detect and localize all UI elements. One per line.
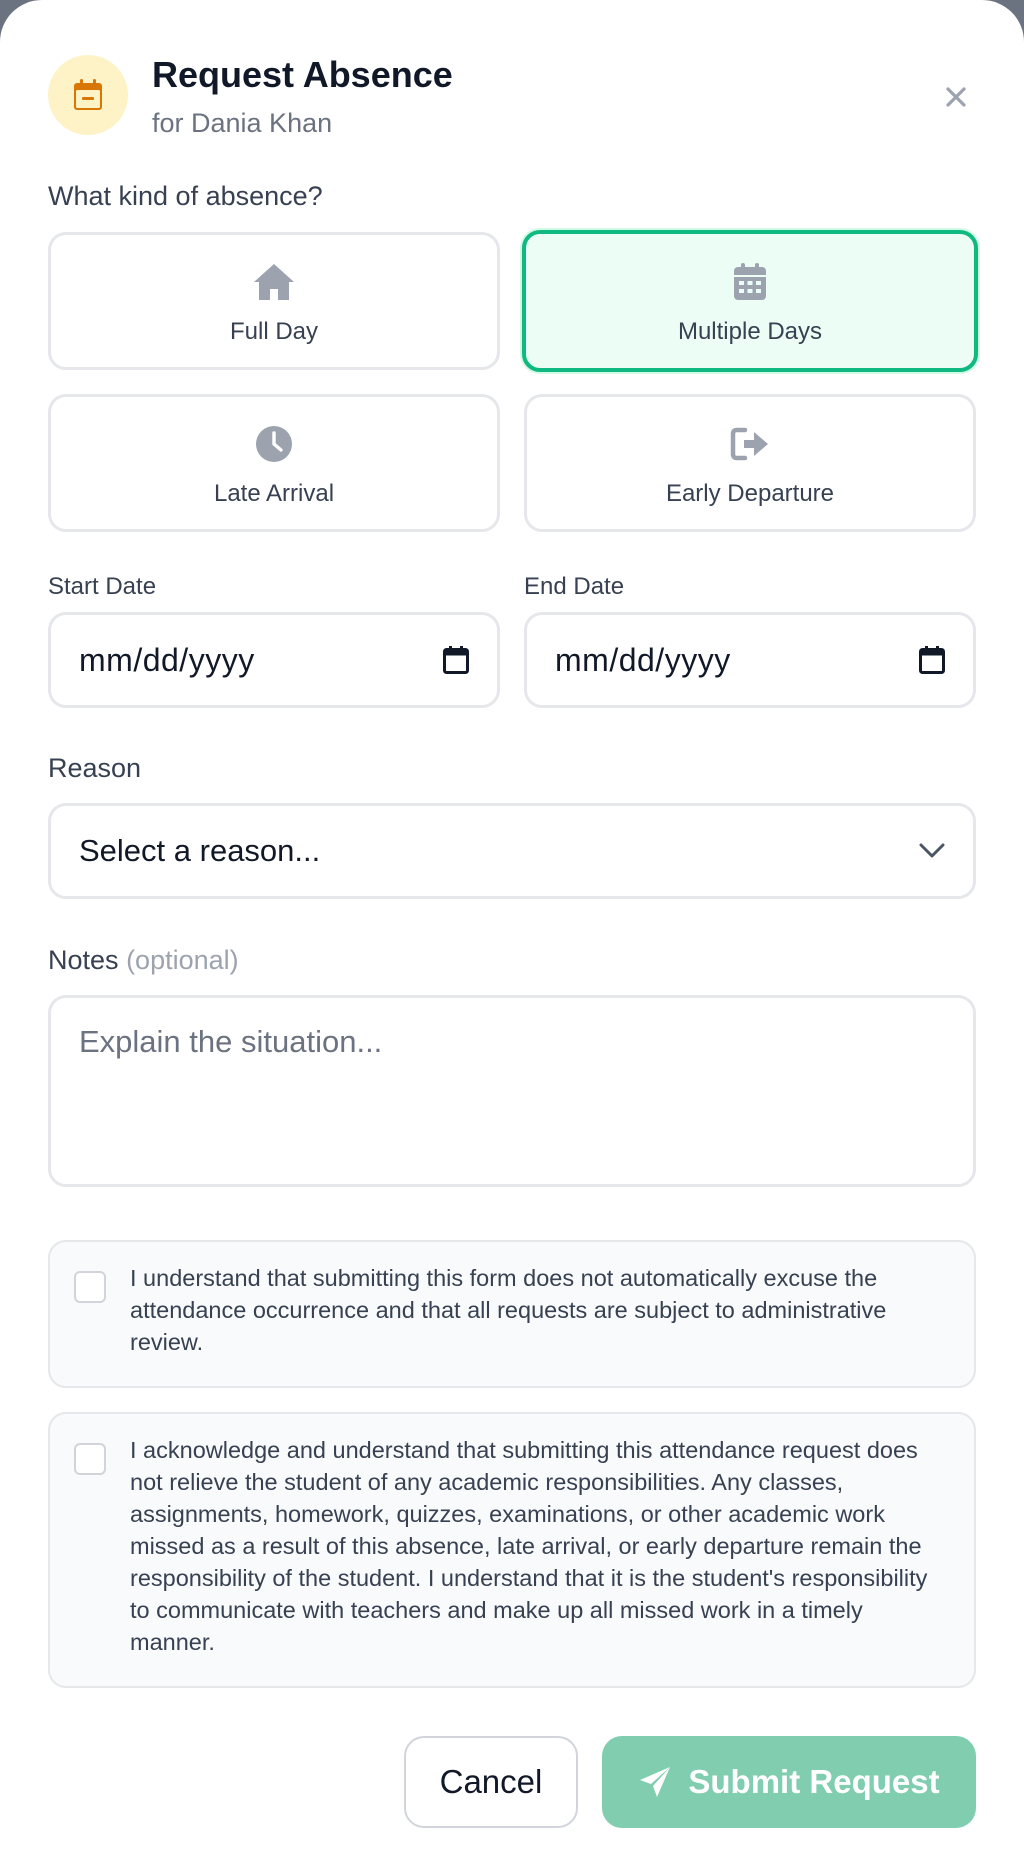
notes-placeholder: Explain the situation... [79, 1024, 383, 1059]
end-date-label: End Date [524, 573, 625, 600]
home-icon [252, 260, 296, 304]
chevron-down-icon [919, 843, 945, 858]
reason-label: Reason [48, 753, 142, 783]
absence-type-label-early-departure: Early Departure [665, 480, 835, 507]
start-date-input[interactable]: mm/dd/yyyy [48, 612, 500, 708]
absence-type-full-day[interactable]: Full Day [48, 232, 500, 370]
cancel-button[interactable]: Cancel [404, 1736, 578, 1828]
reason-select-value: Select a reason... [79, 833, 321, 868]
submit-request-label: Submit Request [688, 1763, 940, 1800]
end-date-input[interactable]: mm/dd/yyyy [524, 612, 976, 708]
submit-request-button[interactable]: Submit Request [602, 1736, 976, 1828]
calendar-minus-icon [48, 55, 128, 135]
reason-select[interactable]: Select a reason... [48, 803, 976, 899]
acknowledgement-text-1: I understand that submitting this form d… [130, 1265, 887, 1355]
absence-type-label-late-arrival: Late Arrival [213, 480, 335, 507]
close-button[interactable] [936, 77, 976, 117]
calendar-picker-icon[interactable] [443, 646, 469, 674]
absence-type-early-departure[interactable]: Early Departure [524, 394, 976, 532]
acknowledgement-checkbox-1[interactable] [74, 1271, 106, 1303]
notes-textarea[interactable]: Explain the situation... [48, 995, 976, 1187]
start-date-value: mm/dd/yyyy [79, 641, 255, 678]
calendar-icon [728, 260, 772, 304]
modal-header: Request Absence for Dania Khan [48, 55, 976, 145]
paper-plane-icon [640, 1767, 671, 1797]
absence-type-multiple-days[interactable]: Multiple Days [522, 230, 978, 372]
end-date-value: mm/dd/yyyy [555, 641, 731, 678]
notes-optional-hint: (optional) [126, 945, 239, 975]
acknowledgement-1: I understand that submitting this form d… [48, 1240, 976, 1388]
absence-type-label-full-day: Full Day [229, 318, 319, 345]
absence-type-label: What kind of absence? [48, 181, 323, 211]
sign-out-icon [728, 422, 772, 466]
acknowledgement-checkbox-2[interactable] [74, 1443, 106, 1475]
calendar-picker-icon[interactable] [919, 646, 945, 674]
modal-subtitle: for Dania Khan [152, 108, 333, 138]
modal-title: Request Absence [152, 54, 453, 95]
clock-icon [252, 422, 296, 466]
absence-type-label-multiple-days: Multiple Days [677, 318, 823, 345]
request-absence-modal: Request Absence for Dania Khan What kind… [0, 0, 1024, 1876]
acknowledgement-2: I acknowledge and understand that submit… [48, 1412, 976, 1688]
notes-label: Notes (optional) [48, 944, 239, 976]
absence-type-late-arrival[interactable]: Late Arrival [48, 394, 500, 532]
acknowledgement-text-2: I acknowledge and understand that submit… [130, 1437, 928, 1655]
notes-label-text: Notes [48, 945, 119, 975]
close-icon [946, 87, 966, 107]
start-date-label: Start Date [48, 573, 157, 600]
